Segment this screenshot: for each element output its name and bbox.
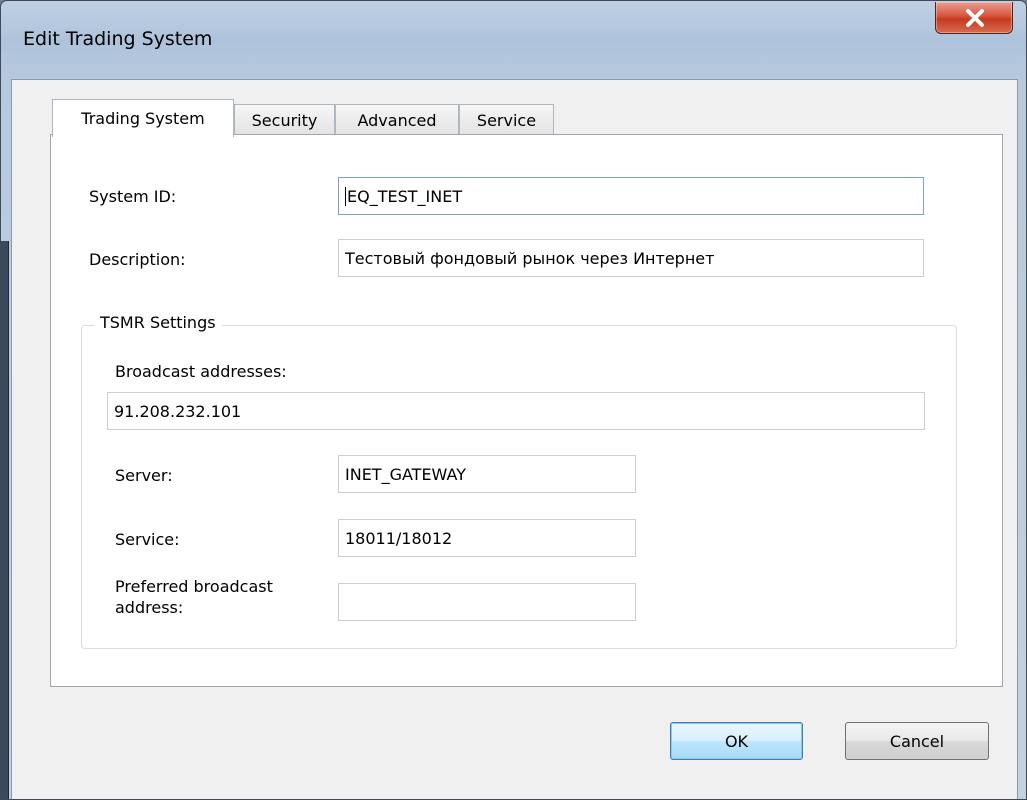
system-id-value: EQ_TEST_INET	[347, 186, 463, 206]
tab-security[interactable]: Security	[234, 104, 335, 136]
preferred-broadcast-address-label: Preferred broadcast address:	[115, 577, 273, 617]
broadcast-addresses-label: Broadcast addresses:	[115, 362, 287, 381]
close-icon	[966, 9, 984, 27]
tab-label: Service	[476, 111, 537, 130]
server-input[interactable]: INET_GATEWAY	[338, 455, 636, 493]
window-edge-shadow	[1, 241, 9, 799]
description-label: Description:	[89, 250, 186, 269]
preferred-broadcast-address-input[interactable]	[338, 583, 636, 621]
broadcast-addresses-input[interactable]: 91.208.232.101	[107, 392, 925, 430]
tab-label: Trading System	[81, 109, 205, 128]
window-title: Edit Trading System	[23, 28, 213, 50]
ok-button[interactable]: OK	[670, 722, 803, 760]
broadcast-addresses-value: 91.208.232.101	[114, 401, 242, 421]
server-value: INET_GATEWAY	[345, 464, 466, 484]
description-input[interactable]: Тестовый фондовый рынок через Интернет	[338, 239, 924, 277]
service-value: 18011/18012	[345, 528, 453, 548]
ok-button-label: OK	[724, 731, 749, 751]
close-button[interactable]	[935, 2, 1013, 34]
system-id-input[interactable]: EQ_TEST_INET	[338, 177, 924, 215]
tab-label: Security	[251, 111, 318, 130]
tab-service[interactable]: Service	[459, 104, 554, 136]
cancel-button[interactable]: Cancel	[845, 722, 989, 760]
tsmr-settings-group: TSMR Settings Broadcast addresses: 91.20…	[81, 313, 957, 649]
dialog-client-area: Trading System Security Advanced Service…	[11, 79, 1018, 799]
tab-advanced[interactable]: Advanced	[335, 104, 459, 136]
service-input[interactable]: 18011/18012	[338, 519, 636, 557]
system-id-label: System ID:	[89, 187, 177, 206]
tsmr-settings-legend: TSMR Settings	[94, 313, 222, 332]
description-value: Тестовый фондовый рынок через Интернет	[345, 248, 715, 268]
server-label: Server:	[115, 466, 173, 485]
cancel-button-label: Cancel	[889, 731, 945, 751]
dialog-window: Edit Trading System Trading System Secur…	[0, 0, 1027, 800]
service-label: Service:	[115, 530, 180, 549]
text-caret	[345, 186, 346, 206]
tab-label: Advanced	[357, 111, 437, 130]
title-bar[interactable]: Edit Trading System	[1, 1, 1026, 79]
tab-trading-system[interactable]: Trading System	[52, 99, 234, 137]
tab-panel-trading-system: System ID: EQ_TEST_INET Description: Тес…	[50, 134, 1003, 687]
